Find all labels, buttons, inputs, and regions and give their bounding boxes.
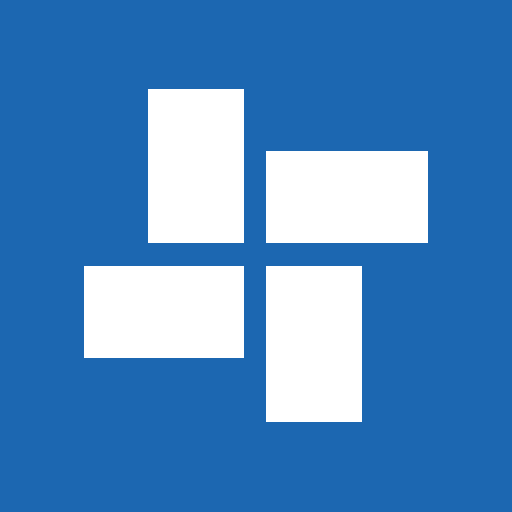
app-logo bbox=[0, 0, 512, 512]
logo-tile-bottom bbox=[266, 266, 362, 422]
logo-tile-right bbox=[266, 151, 428, 243]
logo-tile-left bbox=[84, 266, 244, 358]
logo-tile-top bbox=[148, 89, 244, 243]
